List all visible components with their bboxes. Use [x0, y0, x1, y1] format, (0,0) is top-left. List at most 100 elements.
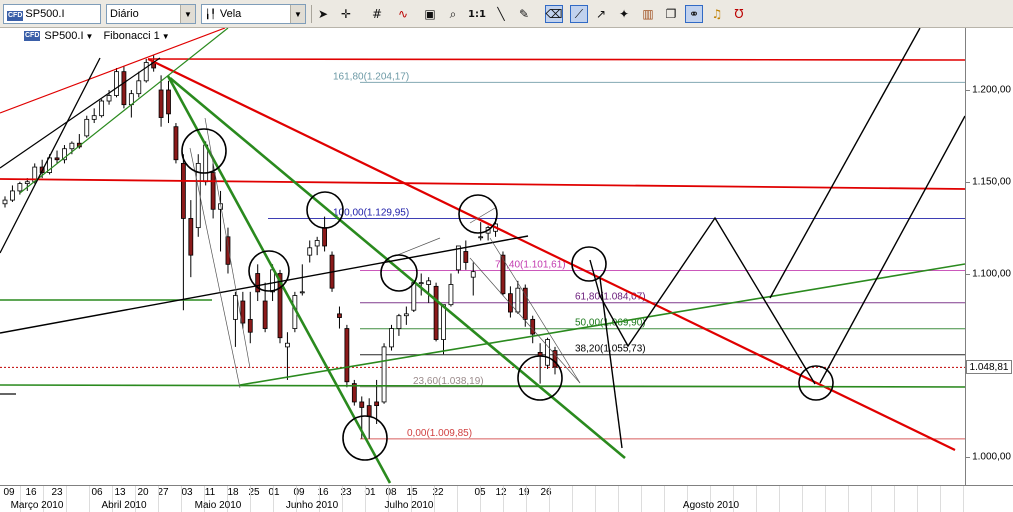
candle-body-up: [203, 144, 209, 183]
candle-body-up: [136, 80, 142, 95]
bars-icon[interactable]: ▥: [639, 5, 657, 23]
fib-level-label: 76,40(1.101,61): [495, 260, 566, 271]
candle: [448, 273, 454, 307]
crosshair-icon[interactable]: ✛: [337, 5, 355, 23]
chevron-down-icon[interactable]: ▼: [86, 32, 94, 41]
line-draw-icon[interactable]: ⟋: [570, 5, 588, 23]
zoom-icon[interactable]: ⌕: [444, 5, 462, 23]
eraser-icon[interactable]: ⌫: [545, 5, 563, 23]
x-month-label: Março 2010: [10, 500, 64, 511]
candle: [299, 264, 305, 296]
candle-body-down: [366, 405, 372, 418]
candle: [537, 343, 543, 384]
black-projection-up-2: [819, 115, 965, 384]
line-icon[interactable]: ╲: [492, 5, 510, 23]
candle: [285, 332, 290, 380]
x-grid-tick: [273, 486, 274, 512]
fib-level-label: 61,80(1.084,07): [575, 292, 646, 303]
text-icon[interactable]: ▣: [421, 5, 439, 23]
candle: [470, 262, 476, 296]
x-month-label: Junho 2010: [285, 500, 339, 511]
candle: [10, 185, 15, 202]
x-day-label: 03: [181, 487, 193, 498]
candle-body-up: [114, 71, 119, 96]
chain-icon[interactable]: ⚭: [685, 5, 703, 23]
candle-body-up: [17, 183, 23, 192]
candle-body-down: [374, 401, 380, 407]
zoom-1to1-icon[interactable]: 1:1: [468, 5, 486, 23]
period-value: Diário: [110, 8, 139, 20]
price-chart[interactable]: 161,80(1.204,17) 100,00(1.129,95) 76,40(1.…: [0, 28, 965, 485]
candle: [515, 280, 521, 314]
chart-type-select[interactable]: ╽╿ Vela ▼: [201, 4, 306, 24]
y-tick-label: 1.100,00: [972, 268, 1011, 279]
symbol-value: SP500.I: [25, 7, 65, 20]
x-month-label: Julho 2010: [384, 500, 434, 511]
period-select[interactable]: Diário ▼: [106, 4, 196, 24]
x-month-label: Agosto 2010: [682, 500, 740, 511]
candle-body-up: [418, 282, 424, 285]
y-tick-label: 1.150,00: [972, 176, 1011, 188]
black-channel-line-left: [0, 57, 101, 254]
y-axis[interactable]: 1.200,001.150,001.100,001.050,001.000,00: [965, 28, 1013, 485]
candle: [396, 313, 402, 336]
wave-icon[interactable]: ∿: [394, 5, 412, 23]
y-tick-label: 1.000,00: [972, 451, 1011, 463]
black-projection-down: [599, 277, 623, 449]
marker-circle: [458, 194, 498, 234]
candle: [314, 236, 320, 256]
x-grid-tick: [526, 486, 527, 512]
candle-body-down: [262, 300, 268, 329]
layers-icon[interactable]: ❐: [662, 5, 680, 23]
legend-study[interactable]: Fibonacci 1 ▼: [103, 30, 169, 42]
x-day-label: 19: [518, 487, 530, 498]
y-tick-label: 1.200,00: [972, 84, 1011, 96]
chevron-down-icon[interactable]: ▼: [290, 5, 305, 23]
x-grid-tick: [963, 486, 964, 512]
arrow-icon[interactable]: ↗: [592, 5, 610, 23]
candle-body-up: [2, 199, 8, 205]
candle-body-down: [225, 236, 231, 265]
candle-icon: ╽╿: [205, 9, 216, 19]
grid-icon[interactable]: #: [368, 5, 386, 23]
x-day-label: 23: [51, 487, 63, 498]
x-grid-tick: [894, 486, 895, 512]
x-grid-tick: [641, 486, 642, 512]
legend-symbol[interactable]: CFD SP500.I ▼: [24, 30, 93, 42]
cursor-icon[interactable]: ➤: [314, 5, 332, 23]
fib-level-label: 161,80(1.204,17): [333, 71, 409, 82]
x-grid-tick: [756, 486, 757, 512]
x-grid-tick: [871, 486, 872, 512]
candle-body-up: [10, 190, 15, 201]
candle: [463, 240, 469, 270]
y-tick-mark: [966, 181, 970, 183]
candle: [255, 264, 261, 302]
x-grid-tick: [434, 486, 435, 512]
x-day-label: 01: [268, 487, 280, 498]
pen-icon[interactable]: ✎: [515, 5, 533, 23]
candle: [441, 304, 446, 355]
candle-body-up: [381, 346, 387, 403]
candle: [433, 282, 439, 342]
candle-body-up: [426, 280, 432, 285]
candle-body-down: [247, 318, 253, 333]
bell-icon[interactable]: ♫: [708, 5, 726, 23]
x-grid-tick: [480, 486, 481, 512]
x-axis[interactable]: 0916230613202703111825010916230108152205…: [0, 485, 1013, 512]
symbol-input[interactable]: CFD SP500.I: [3, 4, 101, 24]
chevron-down-icon[interactable]: ▼: [162, 32, 170, 41]
x-grid-tick: [917, 486, 918, 512]
candle: [307, 240, 313, 263]
x-day-label: 16: [25, 487, 37, 498]
candle-body-up: [515, 287, 521, 313]
candle-body-down: [210, 172, 216, 210]
candle-body-up: [314, 240, 320, 247]
chevron-down-icon[interactable]: ▼: [180, 5, 195, 23]
candle-body-up: [470, 271, 476, 278]
magnet-icon[interactable]: Ʊ: [730, 5, 748, 23]
candle: [344, 324, 350, 388]
x-grid-tick: [779, 486, 780, 512]
chart-canvas[interactable]: 161,80(1.204,17) 100,00(1.129,95) 76,40(1.…: [0, 28, 965, 485]
x-grid-tick: [250, 486, 251, 512]
marker-icon[interactable]: ✦: [615, 5, 633, 23]
